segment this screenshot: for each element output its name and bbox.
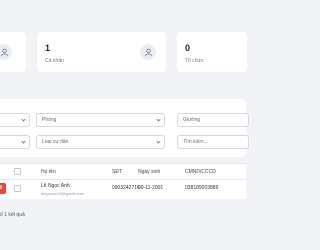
search-input[interactable] bbox=[177, 135, 249, 149]
column-header-name: Họ tên bbox=[41, 169, 56, 175]
stat-card-individual: 1 Cá nhân bbox=[37, 32, 166, 72]
stat-label: Cá nhân bbox=[45, 58, 64, 64]
stat-card-organization: 0 Tổ chức bbox=[177, 32, 247, 72]
stat-count: 0 bbox=[185, 43, 191, 53]
row-id-number: 038189003889 bbox=[185, 185, 219, 191]
row-dob: 09-11-2001 bbox=[138, 185, 164, 191]
filter-room-select[interactable]: Phòng bbox=[36, 113, 165, 127]
filter-resident-type-label: Loại cư dân bbox=[42, 139, 69, 145]
result-count: ố 1 kết quả bbox=[0, 212, 25, 218]
filter-select-partial[interactable] bbox=[0, 135, 30, 149]
row-name[interactable]: Lê Ngọc Anh bbox=[41, 183, 70, 189]
stat-count: 1 bbox=[45, 43, 51, 53]
filter-panel: Phòng Giường Loại cư dân bbox=[0, 99, 249, 157]
divider bbox=[0, 163, 246, 164]
row-email: lengocan15@gmail.com bbox=[41, 191, 84, 196]
row-checkbox[interactable] bbox=[14, 185, 21, 192]
residents-table: Họ tên SĐT Ngày sinh CMND/CCCD 8 Lê Ngọc… bbox=[0, 163, 246, 199]
filter-bed-label: Giường bbox=[183, 117, 201, 123]
row-phone: 0903242716 bbox=[112, 185, 140, 191]
filter-select-partial[interactable] bbox=[0, 113, 30, 127]
chevron-down-icon bbox=[21, 139, 26, 144]
user-icon bbox=[140, 44, 156, 60]
stat-card-partial bbox=[0, 32, 26, 72]
chevron-down-icon bbox=[156, 139, 161, 144]
filter-resident-type-select[interactable]: Loại cư dân bbox=[36, 135, 165, 149]
column-header-id: CMND/CCCD bbox=[185, 169, 216, 175]
filter-bed-select[interactable]: Giường bbox=[177, 113, 249, 127]
chevron-down-icon bbox=[156, 117, 161, 122]
user-icon bbox=[0, 44, 12, 60]
stat-label: Tổ chức bbox=[185, 58, 204, 64]
filter-room-label: Phòng bbox=[42, 117, 57, 123]
divider bbox=[0, 179, 246, 180]
column-header-phone: SĐT bbox=[112, 169, 122, 175]
column-header-dob: Ngày sinh bbox=[138, 169, 161, 175]
row-tag: 8 bbox=[0, 183, 6, 194]
select-all-checkbox[interactable] bbox=[14, 168, 21, 175]
chevron-down-icon bbox=[21, 117, 26, 122]
